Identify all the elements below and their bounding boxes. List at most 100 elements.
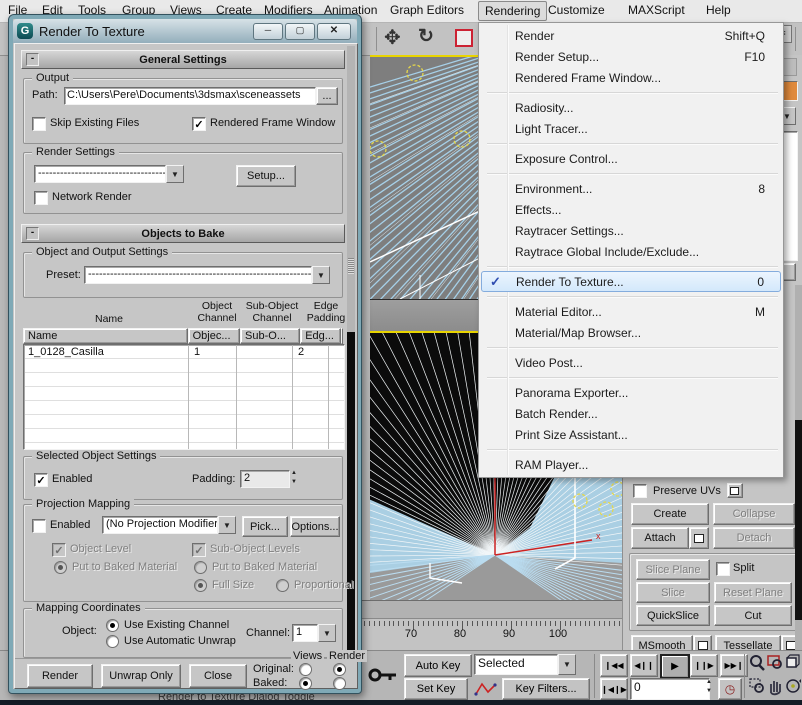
menu-item-render-setup[interactable]: Render Setup...F10 xyxy=(481,46,781,67)
attach-button[interactable]: Attach xyxy=(631,527,689,549)
time-configuration-button[interactable]: ◷ xyxy=(718,678,742,700)
panel-scrollbar[interactable] xyxy=(795,285,802,651)
full-size-radio[interactable] xyxy=(194,579,207,592)
chevron-down-icon[interactable]: ▼ xyxy=(218,516,236,534)
new-key-curve-icon[interactable] xyxy=(474,680,498,697)
arc-rotate-icon[interactable] xyxy=(784,676,802,696)
menu-item-video-post[interactable]: Video Post... xyxy=(481,352,781,373)
create-button[interactable]: Create xyxy=(631,503,709,525)
padding-field[interactable]: 2 xyxy=(240,470,290,488)
rollout-objects-to-bake[interactable]: - Objects to Bake xyxy=(21,224,345,243)
panel-scrollbar-thumb[interactable] xyxy=(795,420,802,620)
render-button[interactable]: Render xyxy=(27,664,93,688)
proportional-radio[interactable] xyxy=(276,579,289,592)
key-mode-toggle-button[interactable]: ❙◀❙▶ xyxy=(600,678,628,700)
current-frame-field[interactable]: 0 xyxy=(630,678,710,700)
object-level-checkbox[interactable]: ✓ xyxy=(52,543,66,557)
split-checkbox[interactable] xyxy=(716,562,730,576)
collapse-icon[interactable]: - xyxy=(26,53,39,66)
path-field[interactable]: C:\Users\Pere\Documents\3dsmax\sceneasse… xyxy=(64,87,316,105)
go-to-start-button[interactable]: ❙◀◀ xyxy=(600,654,628,677)
column-header-edge-padding[interactable]: Edg... xyxy=(300,328,341,344)
pick-button[interactable]: Pick... xyxy=(242,516,288,537)
region-zoom-icon[interactable] xyxy=(748,676,766,696)
zoom-all-icon[interactable] xyxy=(766,653,784,673)
dialog-titlebar[interactable]: G Render To Texture ─ ▢ ✕ xyxy=(13,19,357,43)
close-button[interactable]: ✕ xyxy=(317,23,351,40)
use-existing-channel-radio[interactable] xyxy=(106,619,119,632)
menu-item-raytrace-global-include-exclude[interactable]: Raytrace Global Include/Exclude... xyxy=(481,241,781,262)
pan-hand-icon[interactable] xyxy=(766,676,784,696)
set-key-button[interactable]: Set Key xyxy=(404,678,468,700)
menu-item-material-map-browser[interactable]: Material/Map Browser... xyxy=(481,322,781,343)
menu-item-effects[interactable]: Effects... xyxy=(481,199,781,220)
skip-existing-checkbox[interactable] xyxy=(32,117,46,131)
projection-enabled-checkbox[interactable] xyxy=(32,519,46,533)
reset-plane-button[interactable]: Reset Plane xyxy=(714,582,792,603)
slice-button[interactable]: Slice xyxy=(636,582,710,603)
frame-spinner[interactable]: ▲▼ xyxy=(704,678,714,698)
preserve-uvs-settings-button[interactable] xyxy=(727,483,743,498)
select-scale-icon[interactable] xyxy=(455,29,473,47)
key-filters-button[interactable]: Key Filters... xyxy=(502,678,590,700)
slice-plane-button[interactable]: Slice Plane xyxy=(636,559,710,580)
baked-render-radio[interactable] xyxy=(333,677,346,690)
network-render-checkbox[interactable] xyxy=(34,191,48,205)
column-header-object-channel[interactable]: Objec... xyxy=(188,328,240,344)
quickslice-button[interactable]: QuickSlice xyxy=(636,605,710,626)
chevron-down-icon[interactable]: ▼ xyxy=(166,165,184,183)
rendered-frame-window-checkbox[interactable]: ✓ xyxy=(192,117,206,131)
menu-item-radiosity[interactable]: Radiosity... xyxy=(481,97,781,118)
menu-item-exposure-control[interactable]: Exposure Control... xyxy=(481,148,781,169)
maximize-button[interactable]: ▢ xyxy=(285,23,315,40)
menubar-item-rendering[interactable]: Rendering xyxy=(478,1,547,21)
original-views-radio[interactable] xyxy=(299,663,312,676)
menu-item-panorama-exporter[interactable]: Panorama Exporter... xyxy=(481,382,781,403)
bake-preset-dropdown[interactable]: ----------------------------------------… xyxy=(84,266,330,284)
detach-button[interactable]: Detach xyxy=(713,527,795,549)
keyframe-lock-icon[interactable] xyxy=(368,667,398,683)
timeline-ruler[interactable]: 70 80 90 100 xyxy=(362,618,622,651)
original-render-radio[interactable] xyxy=(333,663,346,676)
menu-item-render-to-texture[interactable]: ✓ Render To Texture...0 xyxy=(481,271,781,292)
previous-frame-button[interactable]: ◀❙❙ xyxy=(630,654,658,677)
track-bar[interactable] xyxy=(362,600,622,619)
attach-settings-button[interactable] xyxy=(689,527,709,549)
use-automatic-unwrap-radio[interactable] xyxy=(106,635,119,648)
table-row[interactable]: 1_0128_Casilla 1 2 xyxy=(24,345,344,359)
padding-spinner[interactable]: ▲▼ xyxy=(288,469,300,487)
browse-button[interactable]: ... xyxy=(316,87,338,105)
objects-list[interactable]: 1_0128_Casilla 1 2 xyxy=(23,344,345,450)
auto-key-button[interactable]: Auto Key xyxy=(404,654,472,677)
options-button[interactable]: Options... xyxy=(290,516,340,537)
zoom-icon[interactable] xyxy=(748,653,766,673)
dialog-scrollbar-grip[interactable] xyxy=(348,258,354,274)
menu-item-environment[interactable]: Environment...8 xyxy=(481,178,781,199)
menu-item-batch-render[interactable]: Batch Render... xyxy=(481,403,781,424)
menu-item-raytracer-settings[interactable]: Raytracer Settings... xyxy=(481,220,781,241)
select-move-icon[interactable]: ✥ xyxy=(384,25,401,50)
menubar-item-maxscript[interactable]: MAXScript xyxy=(628,3,685,17)
selection-set-dropdown[interactable]: Selected ▼ xyxy=(474,654,576,675)
zoom-extents-icon[interactable] xyxy=(784,653,802,673)
setup-button[interactable]: Setup... xyxy=(236,165,296,187)
chevron-down-icon[interactable]: ▼ xyxy=(318,624,336,642)
menubar-item-help[interactable]: Help xyxy=(706,3,731,17)
dialog-scrollbar-thumb[interactable] xyxy=(347,332,355,654)
menu-item-render[interactable]: RenderShift+Q xyxy=(481,25,781,46)
chevron-down-icon[interactable]: ▼ xyxy=(312,266,330,284)
column-header-subobject-channel[interactable]: Sub-O... xyxy=(240,328,300,344)
rollout-general-settings[interactable]: - General Settings xyxy=(21,50,345,69)
collapse-icon[interactable]: - xyxy=(26,227,39,240)
next-frame-button[interactable]: ❙❙▶ xyxy=(690,654,718,677)
play-button[interactable]: ▶ xyxy=(660,654,690,679)
sub-object-levels-checkbox[interactable]: ✓ xyxy=(192,543,206,557)
unwrap-only-button[interactable]: Unwrap Only xyxy=(101,664,181,688)
minimize-button[interactable]: ─ xyxy=(253,23,283,40)
menubar-item-graph-editors[interactable]: Graph Editors xyxy=(390,3,464,17)
menu-item-material-editor[interactable]: Material Editor...M xyxy=(481,301,781,322)
menu-item-ram-player[interactable]: RAM Player... xyxy=(481,454,781,475)
put-to-baked-material-radio-1[interactable] xyxy=(54,561,67,574)
cut-button[interactable]: Cut xyxy=(714,605,792,626)
close-dialog-button[interactable]: Close xyxy=(189,664,247,688)
